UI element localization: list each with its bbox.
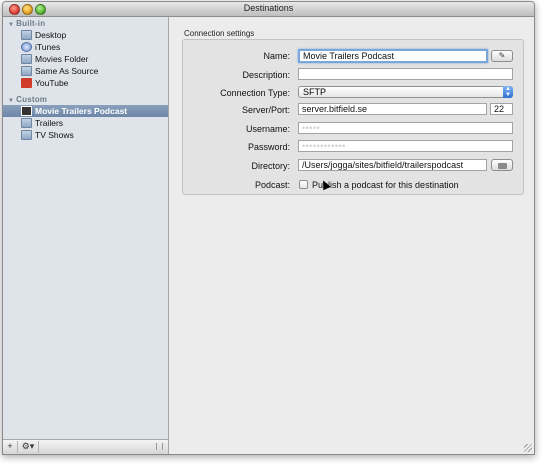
sidebar-item-label: Movie Trailers Podcast [35,106,128,116]
username-field[interactable]: ••••• [298,122,513,134]
window-title: Destinations [243,3,294,13]
name-label: Name: [263,51,290,61]
disclosure-triangle-icon[interactable]: ▼ [8,22,14,28]
port-field[interactable]: 22 [490,103,513,115]
sidebar-item-movies-folder[interactable]: Movies Folder [3,53,168,65]
folder-icon [21,30,32,40]
destinations-window: Destinations ▼ Built-in Desktop iTunes Mo… [2,1,535,455]
sidebar-item-label: Trailers [35,118,64,128]
choose-directory-button[interactable] [491,159,513,171]
podcast-label: Podcast: [254,180,290,190]
window-resize-grip[interactable] [524,444,532,452]
sidebar-item-youtube[interactable]: YouTube [3,77,168,89]
folder-icon [497,163,507,169]
itunes-icon [21,42,32,52]
sidebar-item-tv-shows[interactable]: TV Shows [3,129,168,141]
sidebar-item-label: iTunes [35,42,61,52]
password-field[interactable]: •••••••••••• [298,140,513,152]
disclosure-triangle-icon[interactable]: ▼ [8,98,14,104]
main-panel: Connection settings Name: Movie Trailers… [169,17,534,454]
name-field[interactable]: Movie Trailers Podcast [298,49,488,63]
youtube-icon [21,78,32,88]
sidebar-item-label: Desktop [35,30,67,40]
builtin-section-header[interactable]: ▼ Built-in [8,19,45,28]
connection-type-value: SFTP [303,87,327,97]
connection-settings-title: Connection settings [184,29,255,38]
sidebar-resize-grip[interactable] [156,443,163,450]
directory-field[interactable]: /Users/jogga/sites/bitfield/trailerspodc… [298,159,487,171]
server-field[interactable]: server.bitfield.se [298,103,487,115]
connection-type-select[interactable]: SFTP ▲ ▼ [298,86,513,98]
folder-icon [21,130,32,140]
sidebar-item-trailers[interactable]: Trailers [3,117,168,129]
sidebar-item-itunes[interactable]: iTunes [3,41,168,53]
custom-section-header[interactable]: ▼ Custom [8,95,47,104]
sidebar-item-label: Movies Folder [35,54,89,64]
sidebar: ▼ Built-in Desktop iTunes Movies Folder S… [3,17,169,454]
edit-icon-button[interactable]: ✎ [491,50,513,62]
folder-icon [21,118,32,128]
folder-icon [21,66,32,76]
server-port-label: Server/Port: [241,105,290,115]
password-label: Password: [247,142,290,152]
connection-settings-group: Name: Movie Trailers Podcast ✎ Descripti… [182,39,524,195]
connection-type-label: Connection Type: [220,88,290,98]
username-label: Username: [245,124,290,134]
publish-podcast-label[interactable]: Publish a podcast for this destination [312,180,459,190]
select-arrows-icon: ▲ ▼ [503,86,513,98]
sidebar-item-same-as-source[interactable]: Same As Source [3,65,168,77]
gear-menu-button[interactable]: ⚙▾ [18,441,39,453]
sidebar-item-movie-trailers-podcast[interactable]: Movie Trailers Podcast [3,105,168,117]
add-destination-button[interactable]: + [3,441,18,453]
sidebar-footer: + ⚙▾ [3,439,168,454]
title-bar[interactable]: Destinations [3,2,534,17]
sidebar-item-desktop[interactable]: Desktop [3,29,168,41]
wand-icon: ✎ [498,51,506,60]
film-icon [21,106,32,116]
sidebar-item-label: YouTube [35,78,69,88]
directory-label: Directory: [251,161,290,171]
publish-podcast-checkbox[interactable] [299,180,308,189]
description-label: Description: [242,70,290,80]
description-field[interactable] [298,68,513,80]
sidebar-item-label: Same As Source [35,66,99,76]
folder-icon [21,54,32,64]
sidebar-item-label: TV Shows [35,130,74,140]
